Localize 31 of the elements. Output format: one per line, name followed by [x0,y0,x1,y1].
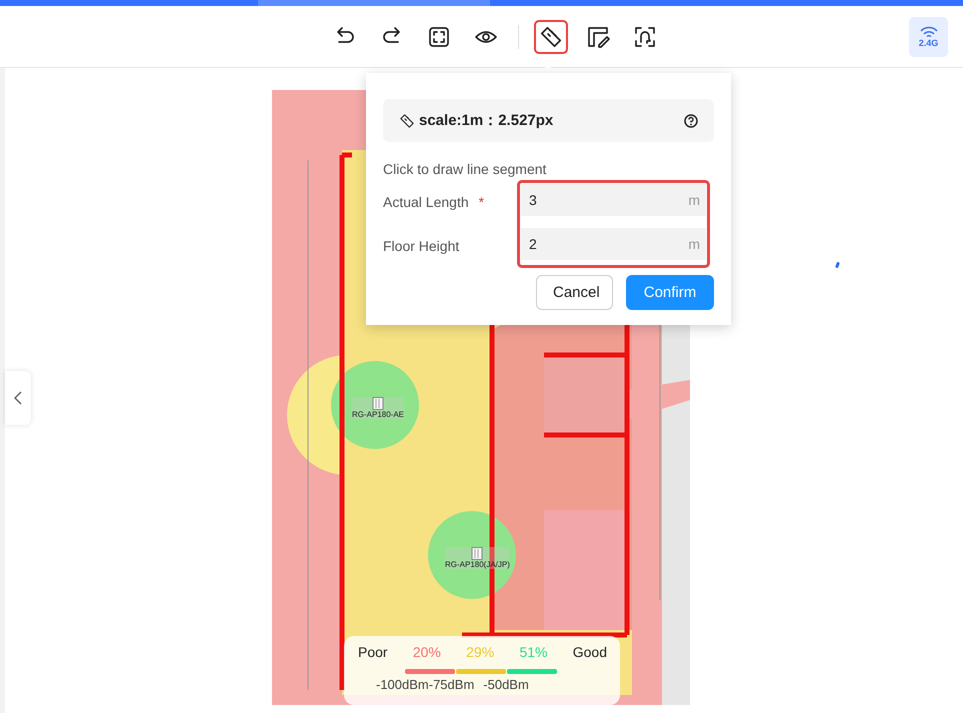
field-label: Floor Height [383,238,460,254]
poor-label: Poor [358,644,388,660]
help-icon[interactable] [684,114,698,128]
ruler-icon [539,24,563,48]
coverage-percentage: 20% [412,644,441,660]
band-button[interactable]: 2.4G [909,17,948,57]
input-field[interactable]: 2 m [521,228,706,260]
access-point-icon [471,547,484,560]
signal-tick-label: -50dBm [483,677,529,692]
coverage-percentage: 29% [466,644,494,660]
ruler-icon [399,112,415,128]
instruction-text: Click to draw line segment [383,161,548,177]
access-point-marker[interactable]: RG-AP180-AE [352,397,404,419]
good-label: Good [572,644,607,660]
scale-text: scale:1m：2.527px [419,111,554,130]
chevron-left-icon [14,391,22,405]
fullscreen-icon [427,24,451,48]
required-mark: * [478,194,484,210]
access-point-icon [372,397,384,410]
access-point-label: RG-AP180-AE [352,410,404,419]
wifi-icon [918,26,938,37]
face-scan-icon [633,24,657,48]
signal-tick-label: -75dBm [428,677,474,692]
ruler-tool-button[interactable] [534,20,568,54]
ruler-pencil-icon [586,24,610,48]
coverage-percentage: 51% [519,644,548,660]
input-field[interactable]: 3 m [521,184,706,216]
field-label: Actual Length [383,194,469,210]
cursor-mark [835,262,840,268]
cancel-button[interactable]: Cancel [536,275,613,310]
signal-tick-label: -100dBm [376,677,429,692]
